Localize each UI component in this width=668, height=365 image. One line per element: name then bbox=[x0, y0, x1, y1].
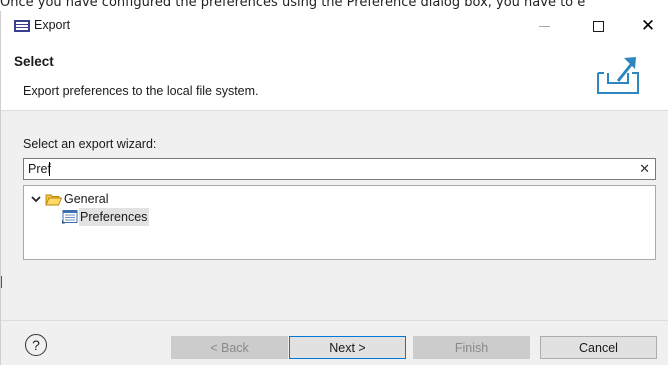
wizard-tree[interactable]: General Preferences bbox=[23, 185, 656, 260]
tree-item-label: Preferences bbox=[79, 208, 150, 226]
title-bar[interactable]: Export ✕ bbox=[1, 11, 668, 41]
tree-item-preferences[interactable]: Preferences bbox=[62, 208, 150, 226]
window-title: Export bbox=[34, 18, 71, 32]
folder-open-icon bbox=[45, 194, 62, 205]
tree-item-general[interactable]: General bbox=[30, 190, 108, 208]
wizard-header: Select Export preferences to the local f… bbox=[1, 41, 668, 111]
back-button[interactable]: < Back bbox=[171, 336, 288, 359]
help-icon: ? bbox=[32, 337, 40, 353]
tree-item-label: General bbox=[64, 192, 109, 206]
preferences-icon bbox=[62, 210, 78, 224]
minimize-button[interactable] bbox=[521, 11, 567, 41]
export-dialog: Export ✕ Select Export preferences to th… bbox=[0, 11, 668, 365]
export-app-icon bbox=[14, 20, 30, 32]
maximize-button[interactable] bbox=[575, 11, 621, 41]
help-button[interactable]: ? bbox=[25, 334, 47, 356]
close-button[interactable]: ✕ bbox=[625, 11, 668, 41]
wizard-filter-field[interactable]: ✕ bbox=[23, 158, 656, 180]
window-edge-mark bbox=[1, 276, 2, 288]
maximize-icon bbox=[592, 20, 604, 32]
finish-button[interactable]: Finish bbox=[413, 336, 530, 359]
close-icon: ✕ bbox=[640, 16, 656, 35]
next-button[interactable]: Next > bbox=[289, 336, 406, 359]
wizard-select-label: Select an export wizard: bbox=[23, 137, 157, 151]
page-description: Export preferences to the local file sys… bbox=[23, 84, 259, 98]
page-title: Select bbox=[14, 54, 54, 69]
text-caret bbox=[49, 162, 50, 176]
footer-separator bbox=[1, 320, 668, 321]
minimize-icon bbox=[538, 25, 550, 27]
chevron-down-icon[interactable] bbox=[30, 193, 42, 205]
cancel-button[interactable]: Cancel bbox=[540, 336, 657, 359]
document-caption: Once you have configured the preferences… bbox=[0, 0, 586, 10]
clear-filter-icon[interactable]: ✕ bbox=[639, 161, 650, 177]
export-banner-icon bbox=[597, 57, 639, 94]
filter-input[interactable] bbox=[24, 159, 629, 179]
